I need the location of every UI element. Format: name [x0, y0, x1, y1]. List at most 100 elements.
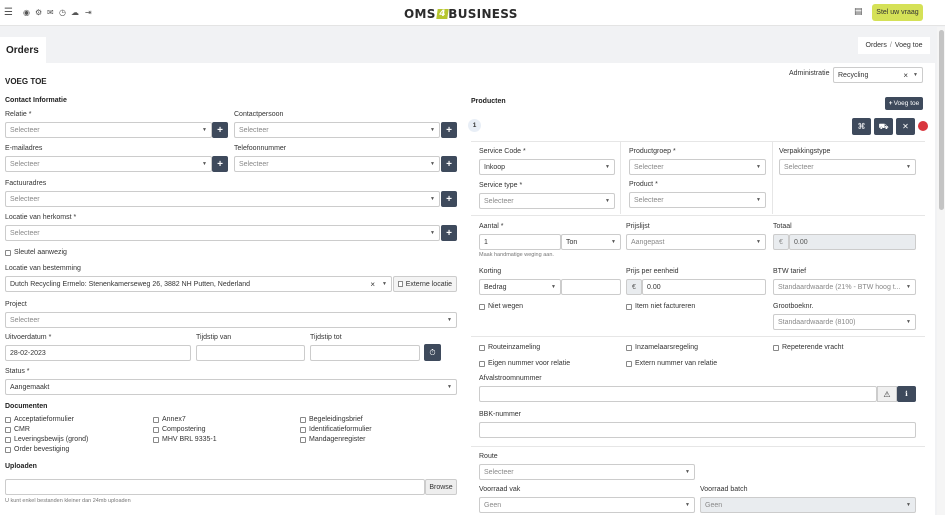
bestemming-select[interactable]: Dutch Recycling Ermelo: Stenenkamerseweg… [5, 276, 392, 292]
korting-type-select[interactable]: Bedrag ▼ [479, 279, 561, 295]
add-telefoon-button[interactable]: + [441, 156, 457, 172]
telefoon-select[interactable]: Selecteer ▼ [234, 156, 440, 172]
voorraad-vak-select[interactable]: Geen ▼ [479, 497, 695, 513]
service-type-select[interactable]: Selecteer ▼ [479, 193, 615, 209]
tools-icon[interactable]: ✕ [896, 118, 915, 135]
doc-checkbox[interactable]: MHV BRL 9335-1 [153, 436, 217, 443]
clipboard-icon[interactable]: ▤ [854, 8, 863, 17]
checkbox-box[interactable] [153, 416, 159, 423]
relatie-select[interactable]: Selecteer ▼ [5, 122, 212, 138]
verpakking-select[interactable]: Selecteer ▼ [779, 159, 916, 175]
checkbox-box[interactable] [153, 426, 159, 433]
doc-checkbox[interactable]: Identificatieformulier [300, 426, 372, 433]
sitemap-icon[interactable]: ⌘ [852, 118, 871, 135]
warning-icon[interactable]: ⚠ [877, 386, 897, 402]
contactpersoon-select[interactable]: Selecteer ▼ [234, 122, 440, 138]
help-button[interactable]: Stel uw vraag [872, 4, 923, 21]
file-input[interactable] [5, 479, 425, 495]
checkbox-box[interactable] [398, 281, 403, 287]
routeinzameling-checkbox[interactable]: Routeinzameling [479, 344, 540, 351]
prijslijst-select[interactable]: Aangepast ▼ [626, 234, 766, 250]
user-icon[interactable]: ◉ [23, 9, 30, 17]
checkbox-box[interactable] [479, 303, 485, 310]
extern-nummer-checkbox[interactable]: Extern nummer van relatie [626, 360, 717, 367]
productgroep-select[interactable]: Selecteer ▼ [629, 159, 766, 175]
administratie-select[interactable]: Recycling × ▼ [833, 67, 923, 83]
email-select[interactable]: Selecteer ▼ [5, 156, 212, 172]
checkbox-box[interactable] [626, 303, 632, 310]
afvalstroom-input[interactable] [479, 386, 877, 402]
checkbox-box[interactable] [479, 344, 485, 351]
weging-hint[interactable]: Maak handmatige weging aan. [479, 252, 554, 258]
route-select[interactable]: Selecteer ▼ [479, 464, 695, 480]
add-contactpersoon-button[interactable]: + [441, 122, 457, 138]
add-factuuradres-button[interactable]: + [441, 191, 457, 207]
doc-checkbox[interactable]: Annex7 [153, 416, 186, 423]
tijdstip-tot-input[interactable] [310, 345, 420, 361]
truck-icon[interactable]: ⛟ [874, 118, 893, 135]
add-product-button[interactable]: + Voeg toe [885, 97, 923, 110]
checkbox-box[interactable] [626, 360, 632, 367]
doc-checkbox[interactable]: Order bevestiging [5, 446, 69, 453]
grootboek-select[interactable]: Standaardwaarde (8100) ▼ [773, 314, 916, 330]
niet-wegen-checkbox[interactable]: Niet wegen [479, 303, 523, 310]
btw-select[interactable]: Standaardwaarde (21% - BTW hoog t... ▼ [773, 279, 916, 295]
checkbox-box[interactable] [300, 436, 306, 443]
add-relatie-button[interactable]: + [212, 122, 228, 138]
doc-checkbox[interactable]: Begeleidingsbrief [300, 416, 363, 423]
logo-text-right: BUSINESS [448, 7, 518, 21]
logout-icon[interactable]: ⇥ [85, 9, 92, 17]
sleutel-checkbox[interactable]: Sleutel aanwezig [5, 249, 67, 256]
project-select[interactable]: Selecteer ▼ [5, 312, 457, 328]
checkbox-box[interactable] [300, 416, 306, 423]
korting-input[interactable] [561, 279, 621, 295]
checkbox-box[interactable] [153, 436, 159, 443]
inzamelaarsregeling-checkbox[interactable]: Inzamelaarsregeling [626, 344, 698, 351]
uitvoerdatum-input[interactable]: 28-02-2023 [5, 345, 191, 361]
bbk-input[interactable] [479, 422, 916, 438]
breadcrumb-orders[interactable]: Orders [866, 42, 887, 49]
checkbox-box[interactable] [5, 426, 11, 433]
product-select[interactable]: Selecteer ▼ [629, 192, 766, 208]
unit-select[interactable]: Ton ▼ [561, 234, 621, 250]
checkbox-box[interactable] [773, 344, 779, 351]
factuuradres-select[interactable]: Selecteer ▼ [5, 191, 440, 207]
remove-icon[interactable] [918, 121, 928, 131]
totaal-label: Totaal [773, 223, 792, 230]
service-code-select[interactable]: Inkoop ▼ [479, 159, 615, 175]
menu-icon[interactable]: ☰ [4, 8, 13, 18]
status-select[interactable]: Aangemaakt ▼ [5, 379, 457, 395]
cloud-icon[interactable]: ☁ [71, 9, 79, 17]
add-herkomst-button[interactable]: + [441, 225, 457, 241]
doc-checkbox[interactable]: Acceptatieformulier [5, 416, 74, 423]
tijdstip-van-input[interactable] [196, 345, 305, 361]
checkbox-box[interactable] [5, 249, 11, 256]
clear-icon[interactable]: × [370, 280, 375, 289]
checkbox-box[interactable] [5, 436, 11, 443]
doc-checkbox[interactable]: Mandagenregister [300, 436, 365, 443]
info-icon[interactable]: ℹ [897, 386, 916, 402]
externe-locatie-toggle[interactable]: Externe locatie [393, 276, 457, 292]
checkbox-box[interactable] [5, 446, 11, 453]
aantal-input[interactable]: 1 [479, 234, 561, 250]
mail-icon[interactable]: ✉ [47, 9, 54, 17]
checkbox-box[interactable] [300, 426, 306, 433]
herkomst-select[interactable]: Selecteer ▼ [5, 225, 440, 241]
stopwatch-icon[interactable]: ⏱ [424, 344, 441, 361]
checkbox-box[interactable] [5, 416, 11, 423]
prijs-input[interactable]: 0.00 [642, 279, 766, 295]
add-email-button[interactable]: + [212, 156, 228, 172]
doc-checkbox[interactable]: Compostering [153, 426, 206, 433]
browse-button[interactable]: Browse [425, 479, 457, 495]
doc-checkbox[interactable]: Leveringsbewijs (grond) [5, 436, 88, 443]
clock-icon[interactable]: ◷ [59, 9, 66, 17]
doc-checkbox[interactable]: CMR [5, 426, 30, 433]
clear-icon[interactable]: × [903, 71, 908, 80]
eigen-nummer-checkbox[interactable]: Eigen nummer voor relatie [479, 360, 570, 367]
gear-icon[interactable]: ⚙ [35, 9, 42, 17]
repeterende-checkbox[interactable]: Repeterende vracht [773, 344, 843, 351]
scrollbar-thumb[interactable] [939, 30, 944, 210]
niet-factureren-checkbox[interactable]: Item niet factureren [626, 303, 695, 310]
checkbox-box[interactable] [626, 344, 632, 351]
checkbox-box[interactable] [479, 360, 485, 367]
